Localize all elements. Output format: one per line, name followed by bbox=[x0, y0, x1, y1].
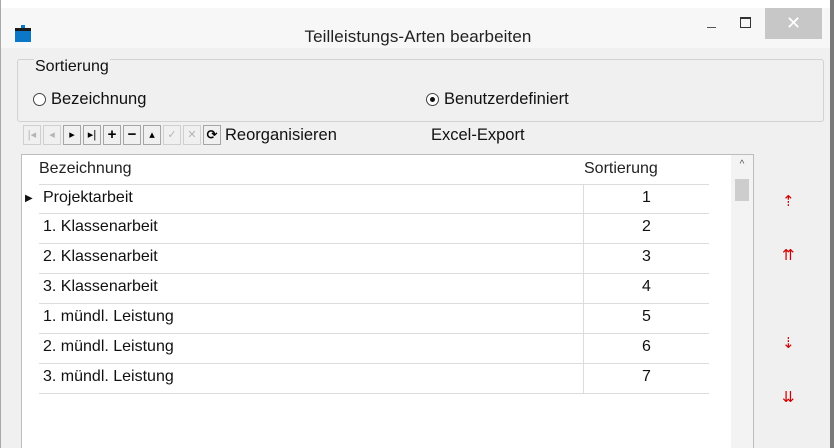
radio-label: Benutzerdefiniert bbox=[444, 90, 569, 108]
delete-button[interactable]: − bbox=[123, 125, 141, 145]
column-header-bezeichnung[interactable]: Bezeichnung bbox=[39, 160, 132, 178]
cell-bezeichnung[interactable]: 1. mündl. Leistung bbox=[43, 308, 174, 326]
top-strip bbox=[1, 0, 834, 8]
cell-sortierung[interactable]: 7 bbox=[584, 368, 709, 386]
radio-label: Bezeichnung bbox=[51, 90, 147, 108]
column-header-sortierung[interactable]: Sortierung bbox=[584, 160, 658, 178]
prev-record-button[interactable]: ◂ bbox=[43, 125, 61, 145]
post-button[interactable]: ✓ bbox=[163, 125, 181, 145]
sort-group-label: Sortierung bbox=[34, 58, 110, 76]
close-button[interactable]: ✕ bbox=[765, 8, 822, 39]
cell-bezeichnung[interactable]: 2. mündl. Leistung bbox=[43, 338, 174, 356]
table-row[interactable]: 1. Klassenarbeit 2 bbox=[39, 214, 709, 244]
first-record-button[interactable]: |◂ bbox=[23, 125, 41, 145]
cell-bezeichnung[interactable]: 3. mündl. Leistung bbox=[43, 368, 174, 386]
move-to-top-button[interactable]: ⇈ bbox=[782, 248, 795, 263]
table-row[interactable]: 2. mündl. Leistung 6 bbox=[39, 334, 709, 364]
table-row[interactable]: 3. mündl. Leistung 7 bbox=[39, 364, 709, 394]
maximize-button[interactable] bbox=[731, 8, 761, 39]
cell-sortierung[interactable]: 6 bbox=[584, 338, 709, 356]
cell-sortierung[interactable]: 3 bbox=[584, 248, 709, 266]
move-up-button[interactable]: ⇡ bbox=[782, 194, 795, 209]
background-window-edge bbox=[830, 0, 834, 448]
cell-sortierung[interactable]: 4 bbox=[584, 278, 709, 296]
cell-bezeichnung[interactable]: 1. Klassenarbeit bbox=[43, 218, 158, 236]
scroll-thumb[interactable] bbox=[735, 179, 749, 201]
radio-benutzerdefiniert[interactable]: Benutzerdefiniert bbox=[426, 90, 569, 109]
cell-sortierung[interactable]: 5 bbox=[584, 308, 709, 326]
excel-export-button[interactable]: Excel-Export bbox=[431, 126, 525, 145]
radio-bezeichnung[interactable]: Bezeichnung bbox=[33, 90, 146, 109]
next-record-button[interactable]: ▸ bbox=[63, 125, 81, 145]
table-row[interactable]: 1. mündl. Leistung 5 bbox=[39, 304, 709, 334]
last-record-button[interactable]: ▸| bbox=[83, 125, 101, 145]
cancel-edit-button[interactable]: ✕ bbox=[183, 125, 201, 145]
vertical-scrollbar[interactable]: ^ bbox=[731, 155, 753, 448]
reorganize-button[interactable]: Reorganisieren bbox=[225, 126, 337, 145]
cell-sortierung[interactable]: 2 bbox=[584, 218, 709, 236]
insert-button[interactable]: + bbox=[103, 125, 121, 145]
cell-bezeichnung[interactable]: 2. Klassenarbeit bbox=[43, 248, 158, 266]
cell-bezeichnung[interactable]: Projektarbeit bbox=[43, 189, 133, 207]
radio-circle[interactable] bbox=[33, 93, 46, 106]
cell-bezeichnung[interactable]: 3. Klassenarbeit bbox=[43, 278, 158, 296]
move-down-button[interactable]: ⇣ bbox=[782, 336, 795, 351]
dialog-window: Teilleistungs-Arten bearbeiten ✕ Sortier… bbox=[0, 0, 834, 448]
move-to-bottom-button[interactable]: ⇊ bbox=[782, 390, 795, 405]
cell-sortierung[interactable]: 1 bbox=[584, 189, 709, 207]
table-row[interactable]: 2. Klassenarbeit 3 bbox=[39, 244, 709, 274]
table-row[interactable]: Projektarbeit 1 bbox=[39, 184, 709, 215]
scroll-up-icon[interactable]: ^ bbox=[731, 155, 753, 175]
radio-circle-selected[interactable] bbox=[426, 93, 439, 106]
table-row[interactable]: 3. Klassenarbeit 4 bbox=[39, 274, 709, 304]
minimize-button[interactable] bbox=[691, 8, 731, 39]
current-row-indicator: ▶ bbox=[25, 193, 33, 204]
refresh-button[interactable]: ⟳ bbox=[203, 125, 221, 145]
edit-button[interactable]: ▴ bbox=[143, 125, 161, 145]
